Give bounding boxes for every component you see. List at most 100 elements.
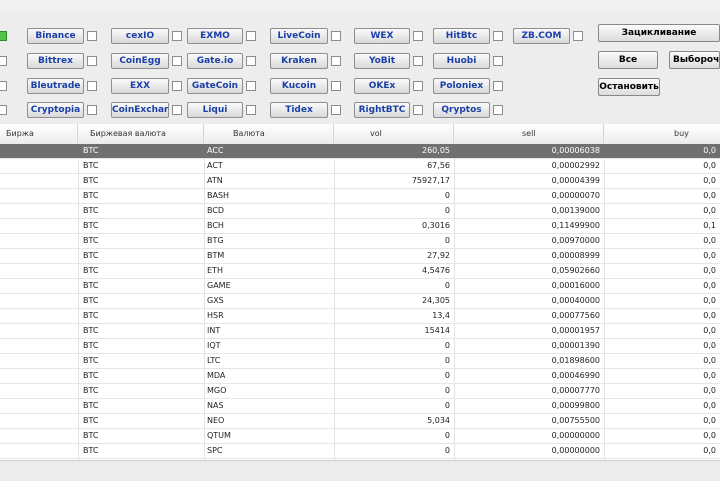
all-button[interactable]: Все xyxy=(598,51,658,69)
header-vol[interactable]: vol xyxy=(334,124,454,144)
cell-currency: BASH xyxy=(207,191,230,200)
cell-exchange xyxy=(0,399,78,413)
exchange-button[interactable]: Bleutrade xyxy=(27,78,84,94)
table-row[interactable]: BTC BTG 0 0,00970000 0,0 xyxy=(0,234,720,249)
table-row[interactable]: BTC MGO 0 0,00007770 0,0 xyxy=(0,384,720,399)
table-row[interactable]: BTC BTM 27,92 0,00008999 0,0 xyxy=(0,249,720,264)
table-row[interactable]: BTC LTC 0 0,01898600 0,0 xyxy=(0,354,720,369)
exchange-checkbox[interactable] xyxy=(246,31,256,41)
cell-buy: 0,0 xyxy=(703,401,716,410)
exchange-button[interactable]: Kraken xyxy=(270,53,328,69)
loop-button[interactable]: Зацикливание xyxy=(598,24,720,42)
exchange-checkbox[interactable] xyxy=(172,105,182,115)
table-row[interactable]: BTC GXS 24,305 0,00040000 0,0 xyxy=(0,294,720,309)
exchange-checkbox[interactable] xyxy=(87,105,97,115)
exchange-checkbox[interactable] xyxy=(413,56,423,66)
exchange-button[interactable]: Kucoin xyxy=(270,78,328,94)
exchange-button[interactable]: Huobi xyxy=(433,53,490,69)
header-sell[interactable]: sell xyxy=(454,124,604,144)
table-row[interactable]: BTC QTUM 0 0,00000000 0,0 xyxy=(0,429,720,444)
cell-sell: 0,00001957 xyxy=(551,326,600,335)
exchange-checkbox[interactable] xyxy=(246,56,256,66)
header-currency[interactable]: Валюта xyxy=(204,124,334,144)
exchange-button[interactable]: Cryptopia xyxy=(27,102,84,118)
exchange-button[interactable]: HitBtc xyxy=(433,28,490,44)
exchange-button[interactable]: cexIO xyxy=(111,28,169,44)
exchange-button[interactable]: GateCoin xyxy=(187,78,243,94)
cell-currency: BTG xyxy=(207,236,224,245)
exchange-button[interactable]: Tidex xyxy=(270,102,328,118)
exchange-checkbox[interactable] xyxy=(246,81,256,91)
exchange-checkbox[interactable] xyxy=(172,31,182,41)
table-row[interactable]: BTC NEO 5,034 0,00755500 0,0 xyxy=(0,414,720,429)
cell-exchange xyxy=(0,414,78,428)
header-buy[interactable]: buy xyxy=(604,124,720,144)
exchange-button[interactable]: WEX xyxy=(354,28,410,44)
exchange-button[interactable]: EXX xyxy=(111,78,169,94)
table-row[interactable]: BTC BCH 0,3016 0,11499900 0,1 xyxy=(0,219,720,234)
table-row[interactable]: BTC BCD 0 0,00139000 0,0 xyxy=(0,204,720,219)
exchange-button[interactable]: CoinExchange xyxy=(111,102,169,118)
exchange-button[interactable]: RightBTC xyxy=(354,102,410,118)
exchange-button[interactable]: LiveCoin xyxy=(270,28,328,44)
table-row[interactable]: BTC INT 15414 0,00001957 0,0 xyxy=(0,324,720,339)
cell-buy: 0,0 xyxy=(703,251,716,260)
header-exchange[interactable]: Биржа xyxy=(0,124,78,144)
exchange-button[interactable]: OKEx xyxy=(354,78,410,94)
exchange-checkbox[interactable] xyxy=(87,81,97,91)
exchange-button[interactable]: Gate.io xyxy=(187,53,243,69)
exchange-button[interactable]: Bittrex xyxy=(27,53,84,69)
cell-exchange xyxy=(0,294,78,308)
exchange-button[interactable]: YoBit xyxy=(354,53,410,69)
row-toggle-checkbox[interactable] xyxy=(0,31,7,41)
exchange-checkbox[interactable] xyxy=(493,105,503,115)
exchange-checkbox[interactable] xyxy=(493,56,503,66)
exchange-checkbox[interactable] xyxy=(331,31,341,41)
exchange-checkbox[interactable] xyxy=(87,31,97,41)
header-base-currency[interactable]: Биржевая валюта xyxy=(78,124,204,144)
table-row[interactable]: BTC ATN 75927,17 0,00004399 0,0 xyxy=(0,174,720,189)
cell-exchange xyxy=(0,189,78,203)
exchange-checkbox[interactable] xyxy=(172,81,182,91)
cell-exchange xyxy=(0,234,78,248)
stop-button[interactable]: Остановить xyxy=(598,78,660,96)
table-row[interactable]: BTC ACC 260,05 0,00006038 0,0 xyxy=(0,144,720,159)
row-toggle-checkbox[interactable] xyxy=(0,105,7,115)
row-toggle-checkbox[interactable] xyxy=(0,81,7,91)
selective-button[interactable]: Выборочн xyxy=(669,51,720,69)
exchange-checkbox[interactable] xyxy=(413,81,423,91)
exchange-button[interactable]: ZB.COM xyxy=(513,28,570,44)
table-row[interactable]: BTC MDA 0 0,00046990 0,0 xyxy=(0,369,720,384)
table-row[interactable]: BTC IQT 0 0,00001390 0,0 xyxy=(0,339,720,354)
exchange-checkbox[interactable] xyxy=(87,56,97,66)
exchange-checkbox[interactable] xyxy=(413,31,423,41)
exchange-button[interactable]: Liqui xyxy=(187,102,243,118)
exchange-checkbox[interactable] xyxy=(246,105,256,115)
exchange-button[interactable]: Qryptos xyxy=(433,102,490,118)
cell-sell: 0,00099800 xyxy=(551,401,600,410)
table-row[interactable]: BTC BASH 0 0,00000070 0,0 xyxy=(0,189,720,204)
exchange-checkbox[interactable] xyxy=(331,56,341,66)
row-toggle-checkbox[interactable] xyxy=(0,56,7,66)
table-row[interactable]: BTC ACT 67,56 0,00002992 0,0 xyxy=(0,159,720,174)
exchange-checkbox[interactable] xyxy=(493,31,503,41)
exchange-checkbox[interactable] xyxy=(573,31,583,41)
cell-sell: 0,00077560 xyxy=(551,311,600,320)
table-row[interactable]: BTC GAME 0 0,00016000 0,0 xyxy=(0,279,720,294)
cell-buy: 0,0 xyxy=(703,176,716,185)
exchange-button[interactable]: Binance xyxy=(27,28,84,44)
exchange-checkbox[interactable] xyxy=(331,105,341,115)
table-row[interactable]: BTC SPC 0 0,00000000 0,0 xyxy=(0,444,720,459)
cell-base: BTC xyxy=(83,356,99,365)
exchange-button[interactable]: CoinEgg xyxy=(111,53,169,69)
table-row[interactable]: BTC ETH 4,5476 0,05902660 0,0 xyxy=(0,264,720,279)
exchange-button[interactable]: Poloniex xyxy=(433,78,490,94)
exchange-checkbox[interactable] xyxy=(413,105,423,115)
cell-exchange xyxy=(0,369,78,383)
exchange-button[interactable]: EXMO xyxy=(187,28,243,44)
exchange-checkbox[interactable] xyxy=(172,56,182,66)
exchange-checkbox[interactable] xyxy=(331,81,341,91)
exchange-checkbox[interactable] xyxy=(493,81,503,91)
table-row[interactable]: BTC HSR 13,4 0,00077560 0,0 xyxy=(0,309,720,324)
table-row[interactable]: BTC NAS 0 0,00099800 0,0 xyxy=(0,399,720,414)
